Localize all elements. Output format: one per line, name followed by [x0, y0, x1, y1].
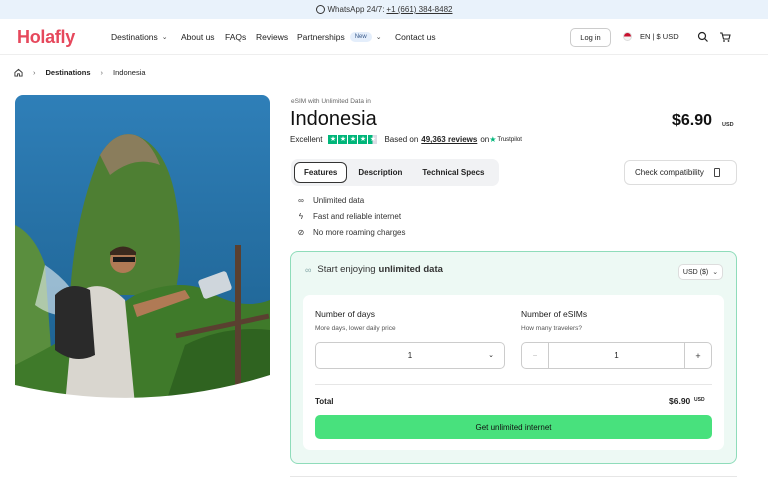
- currency-select-label: USD ($): [682, 268, 709, 276]
- star-icon: ★: [338, 135, 348, 144]
- chevron-down-icon: ⌄: [712, 269, 719, 276]
- us-flag-icon: [623, 32, 632, 41]
- breadcrumb-current: Indonesia: [113, 68, 146, 77]
- plan-card: ∞ Start enjoying unlimited data USD ($) …: [290, 251, 737, 464]
- esims-label: Number of eSIMs: [521, 309, 588, 319]
- nav-destinations[interactable]: Destinations ⌄: [111, 32, 168, 42]
- product-tabs: Features Description Technical Specs: [291, 159, 499, 186]
- increment-button[interactable]: +: [684, 343, 711, 368]
- esims-stepper: − 1 +: [521, 342, 712, 369]
- trustpilot-logo: ★ Trustpilot: [489, 135, 522, 144]
- star-icon: ★: [328, 135, 338, 144]
- breadcrumb-separator: ›: [100, 68, 104, 77]
- days-value: 1: [407, 351, 413, 360]
- whatsapp-phone-link[interactable]: +1 (661) 384-8482: [386, 5, 452, 14]
- nav-partnerships-label: Partnerships: [297, 32, 345, 42]
- decrement-button[interactable]: −: [522, 343, 549, 368]
- plan-options: Number of days More days, lower daily pr…: [303, 295, 724, 450]
- days-hint: More days, lower daily price: [315, 325, 396, 332]
- based-on-label: Based on: [384, 135, 419, 144]
- whatsapp-bar: WhatsApp 24/7: +1 (661) 384-8482: [0, 0, 768, 19]
- language-currency-selector[interactable]: EN | $ USD: [623, 32, 679, 41]
- nav-about-us[interactable]: About us: [181, 32, 215, 42]
- main-nav: Holafly Destinations ⌄ About us FAQs Rev…: [0, 19, 768, 55]
- nav-destinations-label: Destinations: [111, 32, 158, 42]
- feature-text: Fast and reliable internet: [313, 212, 402, 221]
- star-half-icon: ★: [368, 135, 378, 144]
- nav-reviews[interactable]: Reviews: [256, 32, 288, 42]
- chevron-down-icon: ⌄: [488, 352, 494, 359]
- tab-technical-specs[interactable]: Technical Specs: [413, 163, 493, 182]
- get-unlimited-internet-button[interactable]: Get unlimited internet: [315, 415, 712, 439]
- check-compatibility-label: Check compatibility: [635, 168, 704, 177]
- lightning-icon: ϟ: [298, 212, 304, 221]
- feature-item: ∞ Unlimited data: [296, 196, 364, 205]
- currency-select[interactable]: USD ($) ⌄: [678, 264, 723, 280]
- feature-text: No more roaming charges: [313, 228, 406, 237]
- trustpilot-star-icon: ★: [489, 135, 497, 144]
- home-icon[interactable]: [14, 68, 23, 77]
- reviews-link[interactable]: 49,363 reviews: [421, 135, 477, 144]
- total-label: Total: [315, 397, 334, 406]
- nav-faqs[interactable]: FAQs: [225, 32, 246, 42]
- phone-icon: [713, 168, 720, 177]
- tab-features[interactable]: Features: [294, 162, 348, 183]
- tab-description[interactable]: Description: [349, 163, 411, 182]
- infinity-icon: ∞: [298, 196, 304, 205]
- feature-item: ϟ Fast and reliable internet: [296, 212, 401, 221]
- infinity-icon: ∞: [305, 264, 312, 275]
- breadcrumb: › Destinations › Indonesia: [14, 68, 146, 77]
- cart-icon[interactable]: [719, 31, 731, 43]
- trustpilot-label: Trustpilot: [497, 136, 522, 143]
- plan-card-heading: ∞ Start enjoying unlimited data: [305, 264, 443, 275]
- whatsapp-label: WhatsApp 24/7:: [327, 5, 385, 14]
- esims-hint: How many travelers?: [521, 325, 583, 332]
- star-icon: ★: [358, 135, 368, 144]
- star-icon: ★: [348, 135, 358, 144]
- plan-heading-bold: unlimited data: [378, 264, 443, 275]
- no-roaming-icon: ⊘: [297, 228, 305, 237]
- chevron-down-icon: ⌄: [161, 34, 168, 41]
- nav-contact-us[interactable]: Contact us: [395, 32, 436, 42]
- whatsapp-icon: [315, 5, 325, 14]
- feature-text: Unlimited data: [313, 196, 365, 205]
- feature-item: ⊘ No more roaming charges: [296, 228, 406, 237]
- breadcrumb-separator: ›: [33, 68, 36, 77]
- breadcrumb-destinations[interactable]: Destinations: [46, 68, 91, 77]
- plan-heading-prefix: Start enjoying: [317, 264, 376, 275]
- check-compatibility-button[interactable]: Check compatibility: [624, 160, 737, 185]
- new-badge: New: [349, 32, 372, 42]
- price-currency: USD: [722, 122, 734, 128]
- on-label: on: [480, 135, 490, 144]
- login-button[interactable]: Log in: [570, 28, 611, 47]
- language-currency-label: EN | $ USD: [640, 32, 679, 41]
- days-select[interactable]: 1 ⌄: [315, 342, 505, 369]
- product-title: Indonesia: [290, 108, 377, 130]
- nav-partnerships[interactable]: Partnerships New ⌄: [297, 32, 382, 42]
- divider: [315, 384, 712, 385]
- product-price: $6.90: [672, 112, 713, 129]
- destination-hero-image: [15, 95, 270, 405]
- days-label: Number of days: [315, 309, 375, 319]
- rating-word: Excellent: [290, 135, 323, 144]
- esims-value[interactable]: 1: [549, 351, 684, 360]
- search-icon[interactable]: [697, 31, 709, 43]
- divider: [290, 476, 737, 477]
- rating-stars: ★ ★ ★ ★ ★: [328, 135, 378, 144]
- trustpilot-rating: Excellent ★ ★ ★ ★ ★ Based on 49,363 revi…: [290, 135, 522, 144]
- chevron-down-icon: ⌄: [375, 34, 382, 41]
- product-subtitle: eSIM with Unlimited Data in: [291, 98, 371, 105]
- total-currency: USD: [694, 397, 705, 403]
- holafly-logo[interactable]: Holafly: [17, 27, 75, 48]
- total-value: $6.90: [669, 396, 691, 406]
